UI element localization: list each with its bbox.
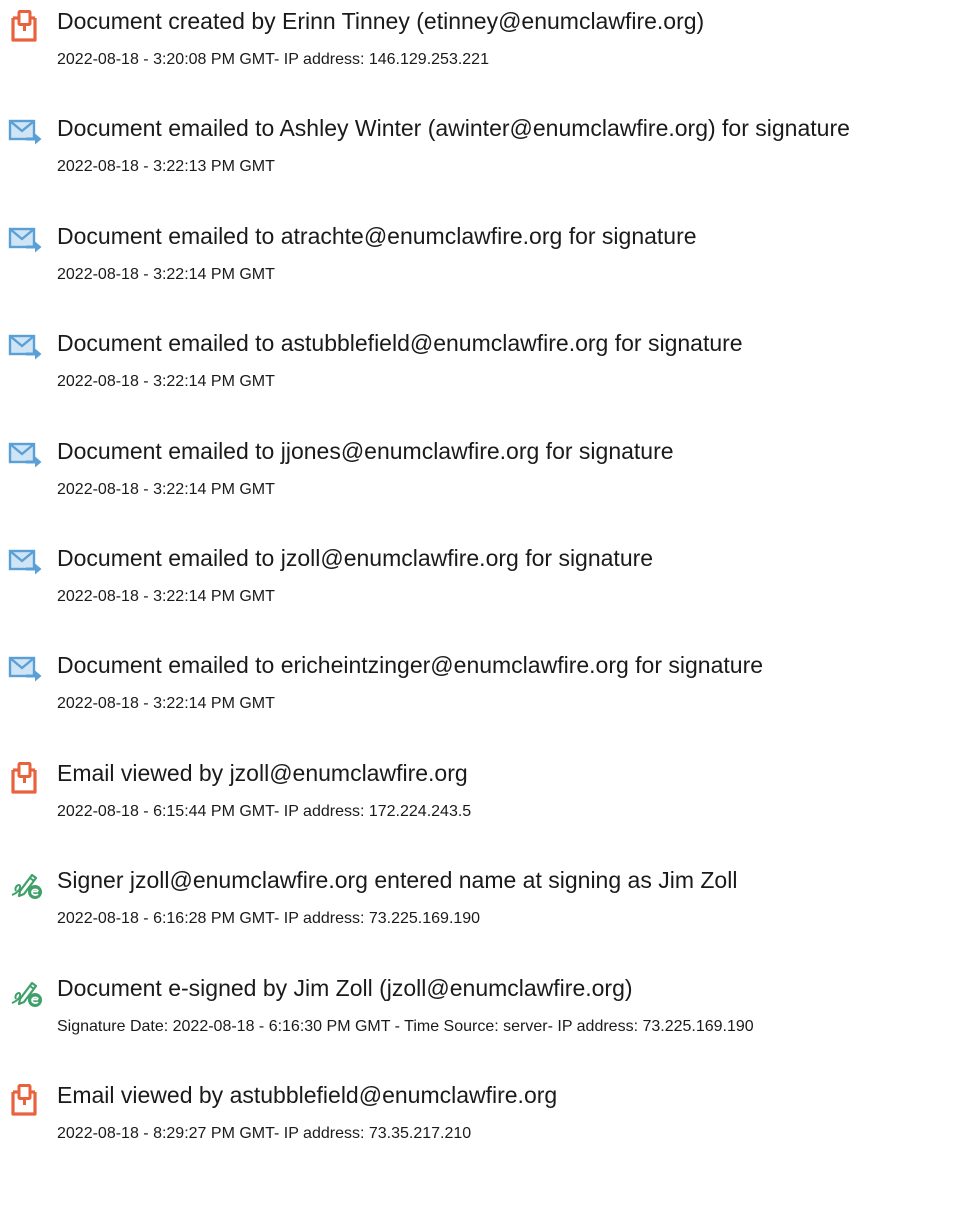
event-timestamp: 2022-08-18 - 3:22:14 PM GMT: [57, 695, 275, 713]
audit-event: Document emailed to ericheintzinger@enum…: [0, 644, 979, 754]
event-title: Document emailed to jzoll@enumclawfire.o…: [57, 545, 654, 571]
audit-event: Document emailed to atrachte@enumclawfir…: [0, 215, 979, 325]
audit-event: Document emailed to Ashley Winter (awint…: [0, 107, 979, 217]
audit-event: Email viewed by jzoll@enumclawfire.org 20…: [0, 752, 979, 862]
email-sent-icon: [8, 225, 44, 257]
event-title: Document created by Erinn Tinney (etinne…: [57, 8, 705, 34]
audit-event: Document emailed to astubblefield@enumcl…: [0, 322, 979, 432]
event-title: Document e-signed by Jim Zoll (jzoll@enu…: [57, 974, 633, 1001]
event-timestamp: Signature Date: 2022-08-18 - 6:16:30 PM …: [57, 1017, 754, 1035]
event-timestamp: 2022-08-18 - 3:22:13 PM GMT: [57, 158, 275, 176]
event-title: Email viewed by jzoll@enumclawfire.org: [57, 759, 468, 786]
event-title: Document emailed to ericheintzinger@enum…: [57, 652, 764, 679]
event-timestamp: 2022-08-18 - 8:29:27 PM GMT- IP address:…: [57, 1125, 472, 1142]
event-timestamp: 2022-08-18 - 6:15:44 PM GMT- IP address:…: [57, 802, 472, 820]
event-timestamp: 2022-08-18 - 6:16:28 PM GMT- IP address:…: [57, 910, 481, 928]
event-title: Document emailed to jjones@enumclawfire.…: [57, 437, 674, 464]
email-sent-icon: [8, 117, 44, 149]
audit-event: Email viewed by astubblefield@enumclawfi…: [0, 1074, 979, 1184]
event-timestamp: 2022-08-18 - 3:22:14 PM GMT: [57, 588, 275, 605]
audit-event: Signer jzoll@enumclawfire.org entered na…: [0, 859, 979, 969]
audit-event: Document emailed to jzoll@enumclawfire.o…: [0, 537, 979, 647]
audit-event: Document created by Erinn Tinney (etinne…: [0, 0, 979, 110]
event-timestamp: 2022-08-18 - 3:22:14 PM GMT: [57, 480, 275, 498]
event-timestamp: 2022-08-18 - 3:22:14 PM GMT: [57, 265, 275, 283]
event-timestamp: 2022-08-18 - 3:22:14 PM GMT: [57, 373, 275, 391]
event-title: Email viewed by astubblefield@enumclawfi…: [57, 1082, 558, 1108]
event-title: Document emailed to astubblefield@enumcl…: [57, 330, 743, 357]
event-title: Signer jzoll@enumclawfire.org entered na…: [57, 867, 738, 894]
email-sent-icon: [8, 440, 44, 472]
e-sign-icon: [8, 869, 44, 901]
document-icon: [8, 761, 44, 794]
email-sent-icon: [8, 547, 44, 579]
event-timestamp: 2022-08-18 - 3:20:08 PM GMT- IP address:…: [57, 51, 489, 68]
email-sent-icon: [8, 332, 44, 364]
event-title: Document emailed to atrachte@enumclawfir…: [57, 222, 697, 249]
document-icon: [8, 10, 44, 42]
e-sign-icon: [8, 977, 44, 1009]
email-sent-icon: [8, 654, 44, 686]
event-title: Document emailed to Ashley Winter (awint…: [57, 115, 850, 142]
document-icon: [8, 1084, 44, 1116]
audit-event: Document emailed to jjones@enumclawfire.…: [0, 430, 979, 540]
audit-event: Document e-signed by Jim Zoll (jzoll@enu…: [0, 967, 979, 1077]
